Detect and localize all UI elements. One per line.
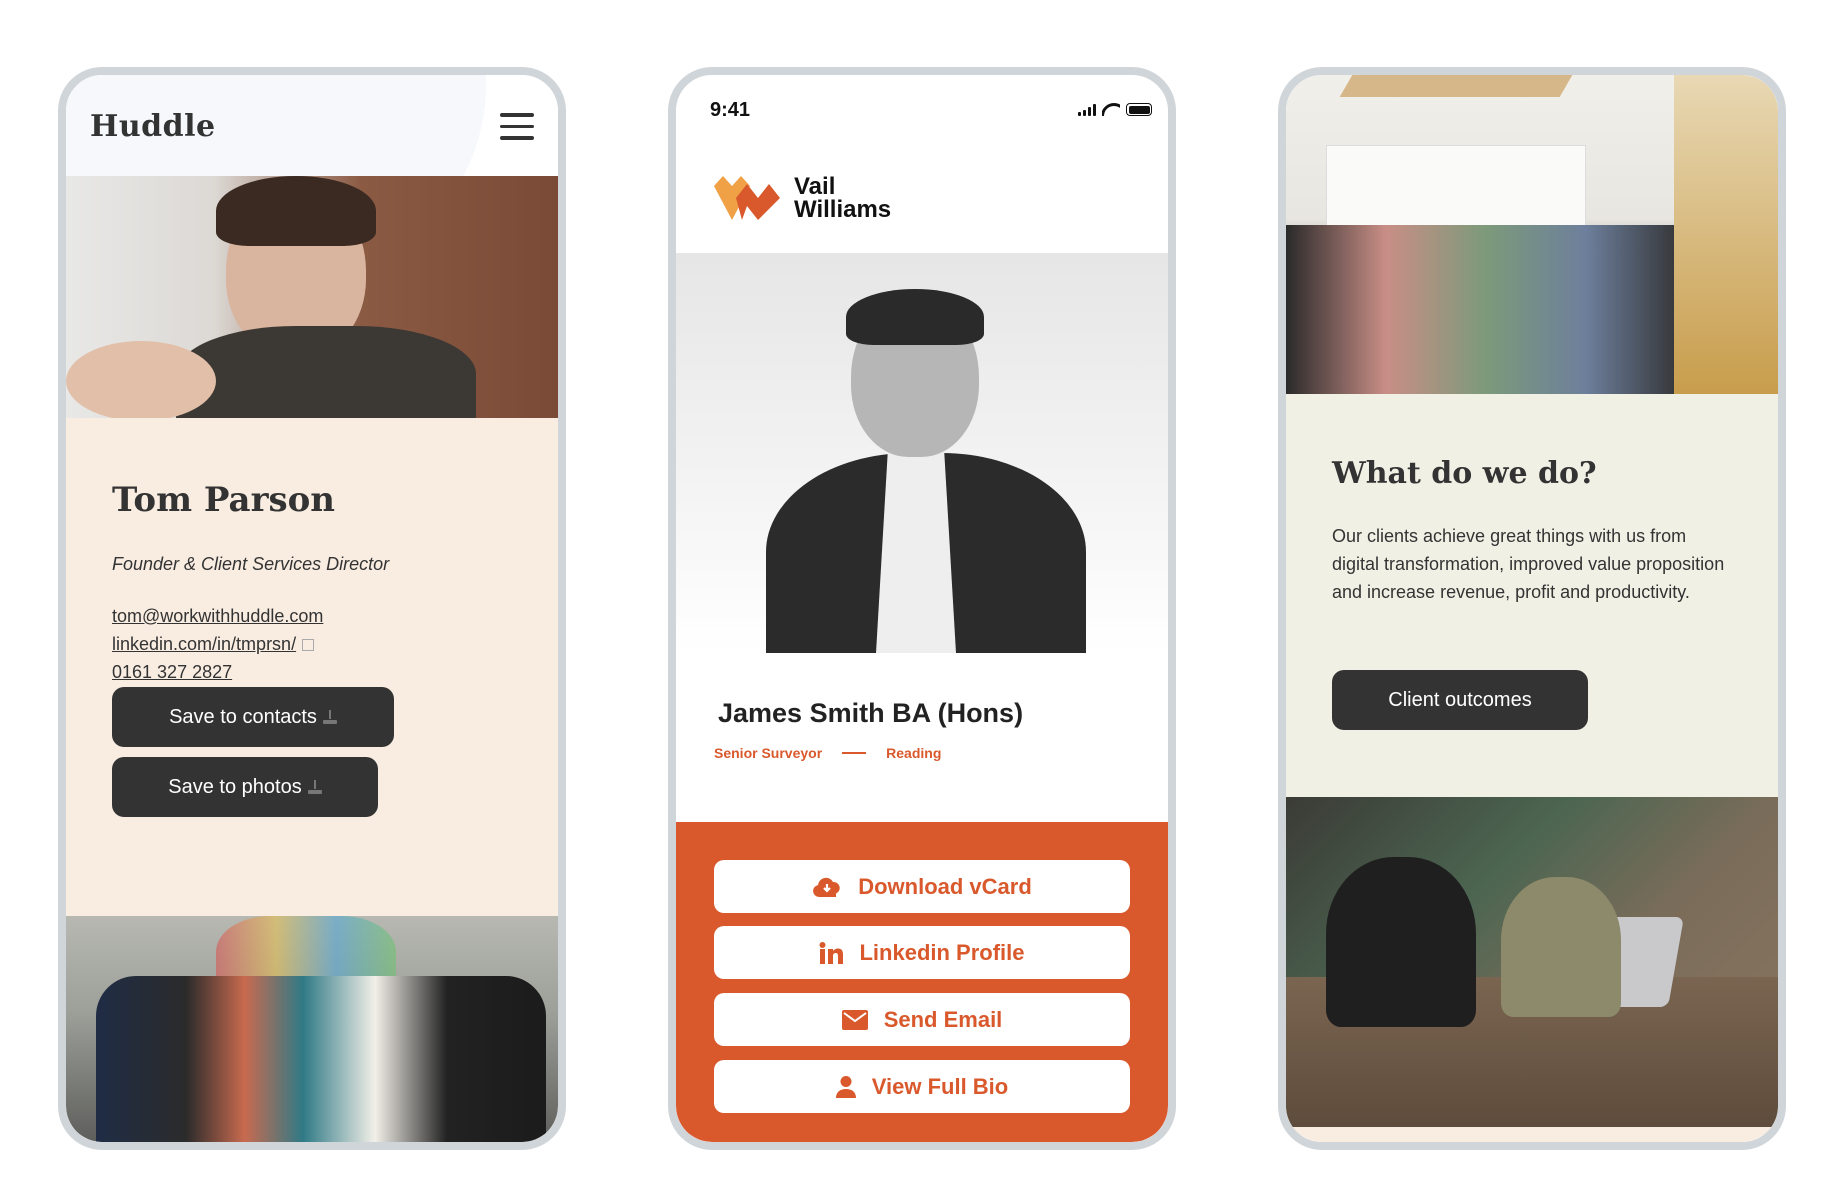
linkedin-icon [819, 941, 844, 964]
office-location: Reading [886, 745, 942, 761]
person-role: Founder & Client Services Director [112, 554, 390, 574]
external-link-icon [302, 639, 315, 652]
status-time: 9:41 [710, 99, 751, 121]
hero-photo [66, 176, 558, 418]
what-we-do-panel: What do we do? Our clients achieve great… [1286, 394, 1778, 797]
hamburger-menu-icon[interactable] [500, 113, 534, 141]
view-full-bio-label: View Full Bio [871, 1073, 1009, 1099]
envelope-icon [841, 1009, 868, 1030]
logo-mark-icon [714, 176, 780, 220]
section-heading: What do we do? [1332, 456, 1597, 491]
client-outcomes-label: Client outcomes [1388, 688, 1532, 711]
wifi-icon [1102, 103, 1120, 116]
download-icon [322, 710, 337, 724]
save-to-photos-button[interactable]: Save to photos [112, 757, 378, 817]
footer-strip [1286, 1127, 1778, 1142]
meeting-photo [1286, 75, 1778, 394]
linkedin-profile-button[interactable]: Linkedin Profile [714, 926, 1130, 979]
cloud-download-icon [813, 877, 840, 897]
save-to-contacts-label: Save to contacts [169, 705, 317, 728]
send-email-button[interactable]: Send Email [714, 993, 1130, 1046]
person-name: James Smith BA (Hons) [718, 698, 1024, 728]
logo-text-line1: Vail [794, 173, 836, 200]
save-to-contacts-button[interactable]: Save to contacts [112, 687, 394, 747]
section-paragraph: Our clients achieve great things with us… [1332, 526, 1725, 602]
save-to-photos-label: Save to photos [168, 775, 302, 798]
battery-icon [1126, 103, 1152, 116]
view-full-bio-button[interactable]: View Full Bio [714, 1060, 1130, 1113]
download-icon [307, 780, 322, 794]
linkedin-profile-label: Linkedin Profile [859, 939, 1025, 965]
work-photo [1286, 797, 1778, 1127]
phone-what-we-do: What do we do? Our clients achieve great… [1278, 67, 1786, 1150]
download-vcard-button[interactable]: Download vCard [714, 860, 1130, 913]
phone-link[interactable]: 0161 327 2827 [112, 658, 323, 686]
logo-text-line2: Williams [794, 196, 892, 223]
download-vcard-label: Download vCard [858, 873, 1032, 899]
phone-vail-williams: 9:41 Vail Williams James Smith BA (Hons) [668, 67, 1176, 1150]
client-outcomes-button[interactable]: Client outcomes [1332, 670, 1588, 730]
bio-section: Tom Parson Founder & Client Services Dir… [66, 418, 558, 916]
job-title: Senior Surveyor [714, 745, 823, 761]
send-email-label: Send Email [883, 1006, 1003, 1032]
linkedin-link-text: linkedin.com/in/tmprsn/ [112, 634, 297, 654]
person-name: Tom Parson [112, 480, 336, 520]
status-bar: 9:41 [676, 99, 1168, 129]
team-photo [66, 916, 558, 1142]
actions-panel: Download vCard Linkedin Profile Send Ema… [676, 822, 1168, 1142]
vail-williams-logo[interactable]: Vail Williams [714, 173, 892, 223]
phone-huddle: Huddle Tom Parson Founder & Client Servi… [58, 67, 566, 1150]
linkedin-link[interactable]: linkedin.com/in/tmprsn/ [112, 630, 323, 658]
separator-dash [842, 752, 867, 754]
email-link[interactable]: tom@workwithhuddle.com [112, 602, 323, 630]
header: Huddle [66, 75, 558, 295]
brand-logo[interactable]: Huddle [90, 109, 216, 144]
user-icon [835, 1075, 856, 1098]
portrait-photo [676, 253, 1168, 653]
signal-icon [1078, 104, 1096, 116]
